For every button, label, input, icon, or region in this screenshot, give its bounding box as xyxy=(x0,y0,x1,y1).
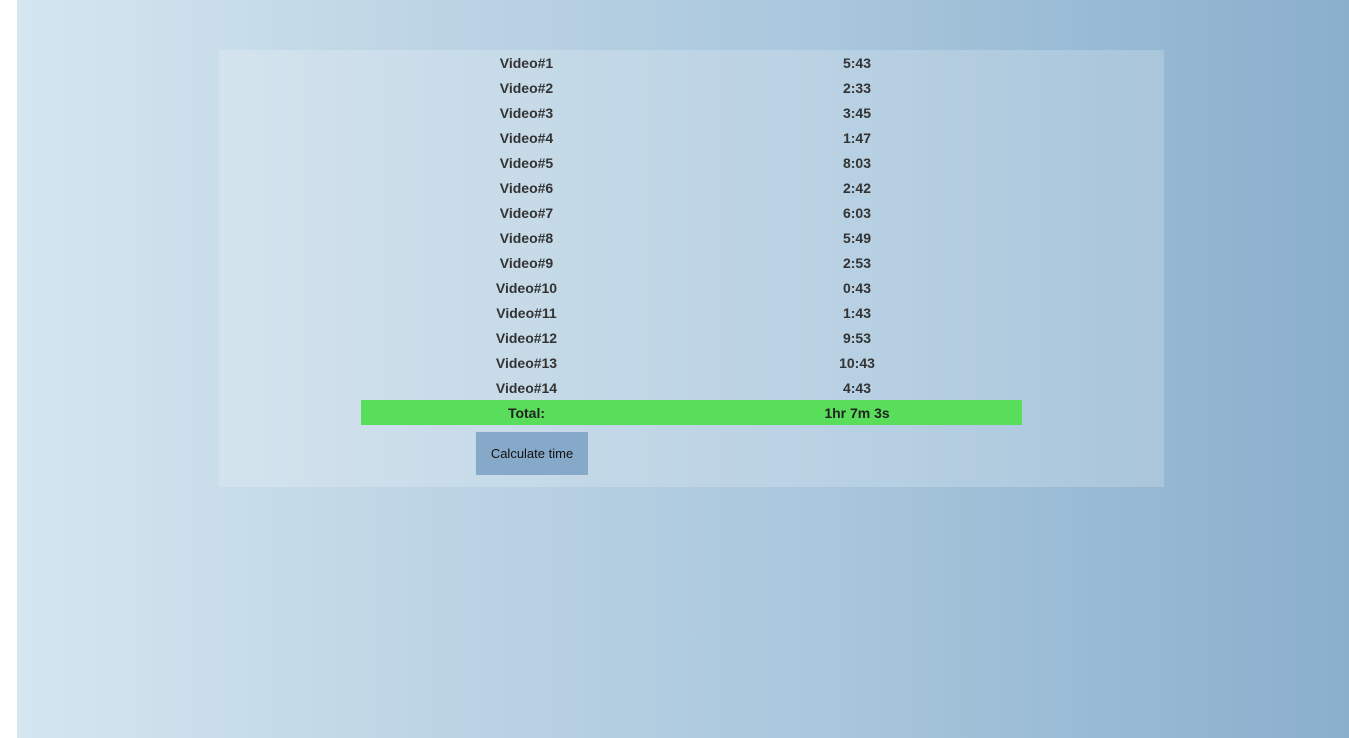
video-name: Video#6 xyxy=(499,179,554,196)
table-row: Video#8 5:49 xyxy=(361,225,1022,250)
total-label: Total: xyxy=(361,400,692,425)
table-row: Video#7 6:03 xyxy=(361,200,1022,225)
video-duration: 10:43 xyxy=(839,354,875,371)
video-name: Video#9 xyxy=(499,254,554,271)
video-name: Video#3 xyxy=(499,104,554,121)
video-duration: 0:43 xyxy=(842,279,872,296)
video-duration: 2:53 xyxy=(842,254,872,271)
video-name: Video#7 xyxy=(499,204,554,221)
page-background: Video#1 5:43 Video#2 2:33 Video#3 3:45 V… xyxy=(17,0,1349,738)
total-value: 1hr 7m 3s xyxy=(692,400,1022,425)
video-duration: 1:43 xyxy=(842,304,872,321)
table-row: Video#2 2:33 xyxy=(361,75,1022,100)
video-name: Video#2 xyxy=(499,79,554,96)
video-name: Video#13 xyxy=(495,354,558,371)
table-row: Video#14 4:43 xyxy=(361,375,1022,400)
table-row: Video#10 0:43 xyxy=(361,275,1022,300)
video-name: Video#10 xyxy=(495,279,558,296)
video-duration: 4:43 xyxy=(842,379,872,396)
video-duration: 9:53 xyxy=(842,329,872,346)
table-row: Video#13 10:43 xyxy=(361,350,1022,375)
table-row: Video#11 1:43 xyxy=(361,300,1022,325)
video-name: Video#14 xyxy=(495,379,558,396)
video-duration-table: Video#1 5:43 Video#2 2:33 Video#3 3:45 V… xyxy=(361,50,1022,425)
table-row: Video#12 9:53 xyxy=(361,325,1022,350)
video-name: Video#8 xyxy=(499,229,554,246)
video-duration: 2:33 xyxy=(842,79,872,96)
video-duration: 3:45 xyxy=(842,104,872,121)
table-row: Video#5 8:03 xyxy=(361,150,1022,175)
video-name: Video#1 xyxy=(499,54,554,71)
table-row: Video#3 3:45 xyxy=(361,100,1022,125)
video-name: Video#11 xyxy=(496,304,557,321)
calculate-time-button[interactable]: Calculate time xyxy=(475,431,589,476)
video-duration-panel: Video#1 5:43 Video#2 2:33 Video#3 3:45 V… xyxy=(219,50,1164,487)
total-row: Total: 1hr 7m 3s xyxy=(361,400,1022,425)
video-duration: 5:43 xyxy=(842,54,872,71)
table-row: Video#4 1:47 xyxy=(361,125,1022,150)
video-name: Video#12 xyxy=(495,329,558,346)
video-duration: 2:42 xyxy=(842,179,872,196)
table-row: Video#9 2:53 xyxy=(361,250,1022,275)
table-row: Video#6 2:42 xyxy=(361,175,1022,200)
video-name: Video#5 xyxy=(499,154,554,171)
video-duration: 5:49 xyxy=(842,229,872,246)
video-duration: 6:03 xyxy=(842,204,872,221)
table-row: Video#1 5:43 xyxy=(361,50,1022,75)
video-name: Video#4 xyxy=(499,129,554,146)
video-duration: 8:03 xyxy=(842,154,872,171)
video-duration: 1:47 xyxy=(842,129,872,146)
